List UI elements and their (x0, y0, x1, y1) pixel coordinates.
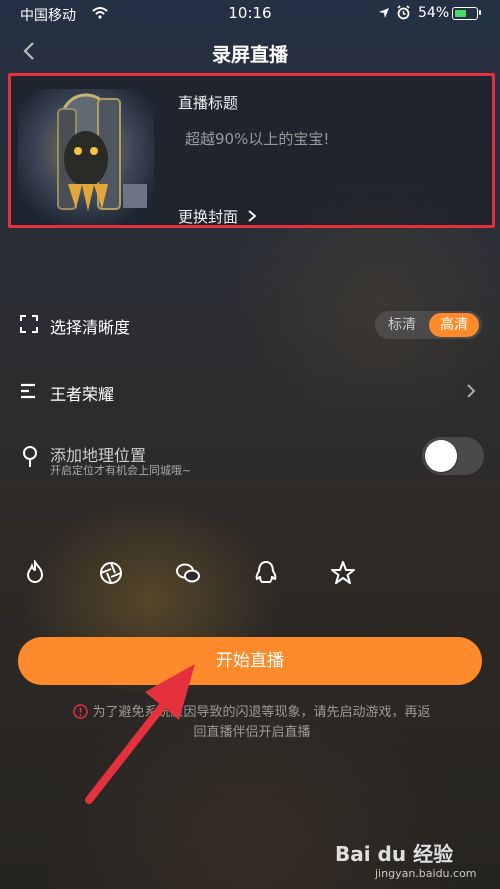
change-cover-button[interactable]: 更换封面 (178, 206, 257, 227)
annotation-arrow-icon (85, 664, 195, 804)
fire-icon[interactable] (22, 560, 48, 586)
battery-percent: 54% (418, 5, 450, 21)
aperture-icon[interactable] (98, 560, 124, 586)
cover-image[interactable] (18, 89, 154, 225)
change-cover-label: 更换封面 (178, 208, 239, 226)
live-title-input[interactable]: 超越90%以上的宝宝! (185, 128, 329, 149)
chevron-right-icon (467, 384, 476, 398)
game-label: 王者荣耀 (50, 385, 115, 404)
watermark-brand: Bai du 经验 (335, 842, 454, 866)
tip-line-2: 回直播伴侣开启直播 (193, 725, 311, 740)
resolution-label: 选择清晰度 (50, 318, 131, 337)
chevron-right-icon (248, 210, 257, 222)
qq-icon[interactable] (253, 560, 279, 586)
game-select-row[interactable]: 王者荣耀 (0, 370, 500, 412)
live-title-label: 直播标题 (178, 94, 239, 112)
baidu-watermark: Bai du 经验 jingyan.baidu.com (335, 838, 495, 888)
location-pin-icon (23, 446, 37, 467)
resolution-segmented-control: 标清 高清 (375, 311, 482, 339)
battery-icon (452, 7, 478, 20)
resolution-option-hd[interactable]: 高清 (429, 313, 479, 337)
status-bar: 中国移动 10:16 54% (0, 0, 500, 26)
star-icon[interactable] (330, 560, 356, 586)
alarm-icon (397, 5, 410, 20)
location-sublabel: 开启定位才有机会上同城哦~ (50, 464, 192, 477)
location-arrow-icon (379, 8, 389, 18)
menu-list-icon (21, 383, 35, 399)
battery-cap (479, 10, 481, 15)
resolution-option-sd[interactable]: 标清 (379, 313, 425, 337)
wechat-icon[interactable] (175, 560, 201, 586)
location-toggle-knob (425, 440, 457, 472)
fullscreen-icon (20, 315, 38, 333)
page-title: 录屏直播 (211, 44, 288, 66)
battery-fill (455, 10, 466, 17)
watermark-url: jingyan.baidu.com (375, 867, 477, 880)
cover-artwork (18, 89, 154, 225)
